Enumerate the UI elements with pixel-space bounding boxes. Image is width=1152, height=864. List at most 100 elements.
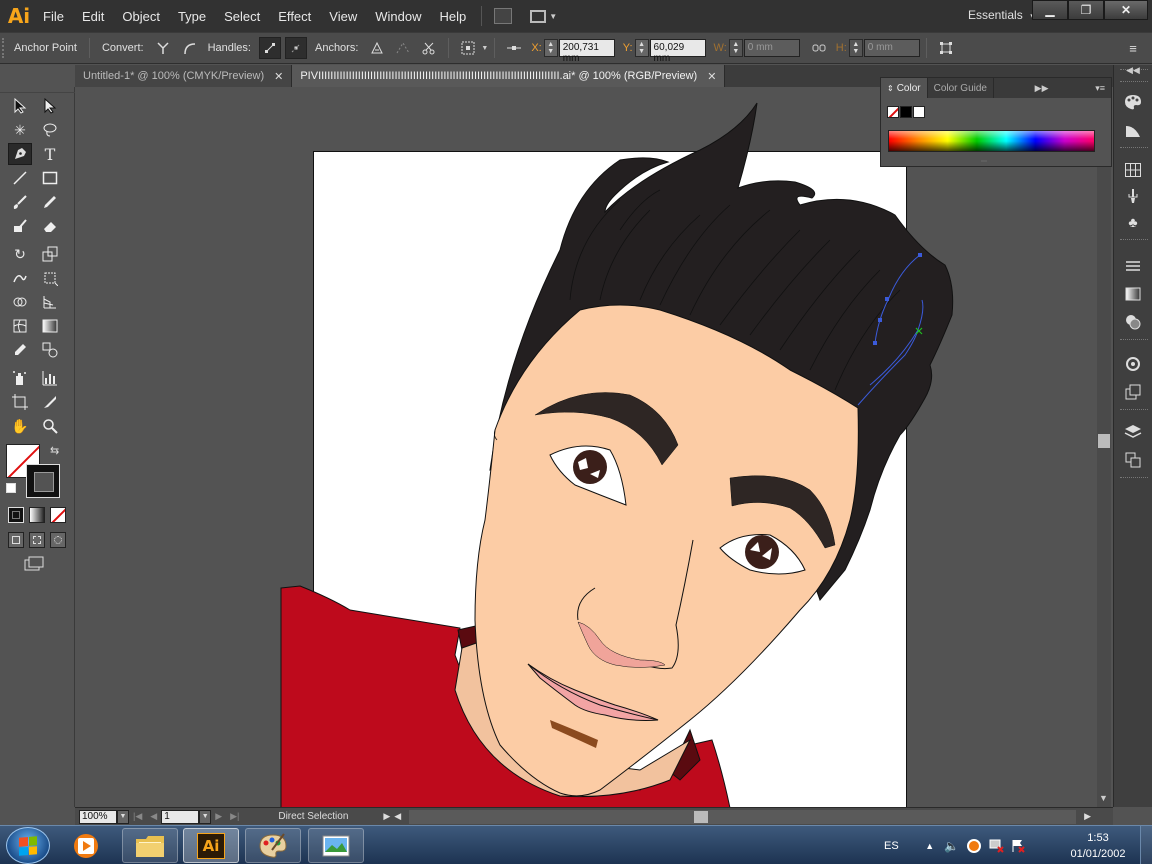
scroll-left-icon[interactable]: ◀	[394, 811, 401, 822]
brushes-icon[interactable]	[1122, 185, 1144, 207]
language-indicator[interactable]: ES	[884, 840, 899, 852]
type-tool-icon[interactable]: T	[38, 143, 62, 165]
chevron-down-icon[interactable]: ▼	[481, 45, 488, 52]
default-fill-stroke-icon[interactable]	[6, 483, 16, 493]
next-artboard-icon[interactable]: ▶	[215, 811, 222, 822]
pen-tool-icon[interactable]	[8, 143, 32, 165]
symbol-sprayer-tool-icon[interactable]	[8, 367, 32, 389]
status-menu-icon[interactable]: ▶	[383, 811, 390, 822]
hide-handles-icon[interactable]	[284, 37, 307, 59]
start-button[interactable]	[6, 827, 50, 864]
artboard-number-field[interactable]: 1	[161, 809, 200, 824]
menu-view[interactable]: View	[320, 0, 366, 32]
hand-tool-icon[interactable]: ✋	[8, 415, 32, 437]
file-explorer-icon[interactable]	[122, 828, 178, 863]
draw-normal-icon[interactable]	[8, 532, 24, 548]
horizontal-scroll-thumb[interactable]	[694, 810, 709, 823]
constrain-proportions-icon[interactable]	[808, 37, 830, 59]
artwork-illustration[interactable]	[75, 87, 1097, 807]
panel-resize-grip[interactable]: ⋯	[981, 158, 987, 165]
convert-to-corner-icon[interactable]	[152, 37, 174, 59]
scale-tool-icon[interactable]	[38, 243, 62, 265]
show-hidden-icons-icon[interactable]: ▲	[921, 837, 939, 855]
collapse-dock-icon[interactable]: ◀◀	[1126, 65, 1140, 76]
menu-type[interactable]: Type	[169, 0, 215, 32]
remove-anchor-icon[interactable]	[366, 37, 388, 59]
gradient-panel-icon[interactable]	[1122, 283, 1144, 305]
chevron-down-icon[interactable]: ▼	[117, 809, 129, 824]
x-stepper[interactable]: ▲ ▼	[543, 39, 558, 57]
artboards-icon[interactable]	[1122, 449, 1144, 471]
w-stepper[interactable]: ▲ ▼	[728, 39, 743, 57]
warp-tool-icon[interactable]	[8, 267, 32, 289]
cut-path-icon[interactable]	[418, 37, 440, 59]
panel-collapse-icon[interactable]: ▶▶	[1035, 83, 1055, 94]
close-icon[interactable]: ✕	[274, 70, 283, 83]
transform-icon[interactable]	[935, 37, 957, 59]
w-field[interactable]: 0 mm	[743, 39, 800, 57]
perspective-grid-tool-icon[interactable]	[38, 291, 62, 313]
swatches-icon[interactable]	[1122, 159, 1144, 181]
symbols-icon[interactable]: ♣	[1122, 211, 1144, 233]
bridge-icon[interactable]	[494, 8, 513, 24]
zoom-tool-icon[interactable]	[38, 415, 62, 437]
magic-wand-tool-icon[interactable]: ✳	[8, 119, 32, 141]
x-field[interactable]: 200,731 mm	[558, 39, 615, 64]
tab-color-guide[interactable]: Color Guide	[928, 78, 994, 98]
slice-tool-icon[interactable]	[38, 391, 62, 413]
media-player-icon[interactable]	[58, 828, 114, 863]
zoom-field[interactable]: 100%	[79, 809, 117, 824]
blend-tool-icon[interactable]	[38, 339, 62, 361]
layers-icon[interactable]	[1122, 421, 1144, 443]
menu-help[interactable]: Help	[430, 0, 475, 32]
control-bar-grip[interactable]	[2, 38, 8, 58]
line-tool-icon[interactable]	[8, 167, 32, 189]
vertical-scroll-thumb[interactable]	[1098, 434, 1110, 448]
chevron-down-icon[interactable]: ▼	[199, 809, 212, 824]
none-mode-icon[interactable]	[50, 507, 66, 523]
lasso-tool-icon[interactable]	[38, 119, 62, 141]
menu-effect[interactable]: Effect	[269, 0, 320, 32]
color-panel-icon[interactable]	[1122, 91, 1144, 113]
arrange-documents-button[interactable]: ▼	[530, 8, 558, 24]
tools-panel-grip[interactable]	[0, 87, 75, 93]
pencil-tool-icon[interactable]	[38, 191, 62, 213]
panel-menu-icon[interactable]: ▾≡	[1095, 83, 1111, 94]
eraser-tool-icon[interactable]	[38, 215, 62, 237]
panel-menu-icon[interactable]: ≡	[1122, 37, 1144, 59]
appearance-icon[interactable]	[1122, 353, 1144, 375]
horizontal-scrollbar[interactable]	[409, 809, 1077, 824]
previous-artboard-icon[interactable]: ◀	[150, 811, 157, 822]
action-center-icon[interactable]	[1009, 837, 1027, 855]
anchor-point[interactable]	[918, 253, 922, 257]
last-artboard-icon[interactable]: ▶|	[230, 811, 239, 822]
connect-anchors-icon[interactable]	[392, 37, 414, 59]
anchor-point[interactable]	[878, 318, 882, 322]
paintbrush-tool-icon[interactable]	[8, 191, 32, 213]
anchor-point[interactable]	[885, 297, 889, 301]
stroke-panel-icon[interactable]	[1122, 255, 1144, 277]
tab-piv-document[interactable]: PIVIIIIIIIIIIIIIIIIIIIIIIIIIIIIIIIIIIIII…	[292, 65, 726, 87]
none-swatch[interactable]	[887, 106, 899, 118]
minimize-icon[interactable]: ▁	[1032, 0, 1068, 20]
eyedropper-tool-icon[interactable]	[8, 339, 32, 361]
align-point-icon[interactable]	[503, 37, 525, 59]
column-graph-tool-icon[interactable]	[38, 367, 62, 389]
scroll-down-icon[interactable]: ▼	[1099, 793, 1108, 803]
tab-color[interactable]: ⇕ Color	[881, 78, 928, 98]
menu-edit[interactable]: Edit	[73, 0, 113, 32]
gradient-mode-icon[interactable]	[29, 507, 45, 523]
black-swatch[interactable]	[900, 106, 912, 118]
isolate-icon[interactable]	[457, 37, 479, 59]
mesh-tool-icon[interactable]	[8, 315, 32, 337]
convert-to-smooth-icon[interactable]	[178, 37, 200, 59]
workspace-switcher[interactable]: Essentials▼	[968, 8, 1037, 22]
blob-brush-tool-icon[interactable]	[8, 215, 32, 237]
restore-icon[interactable]: ❐	[1068, 0, 1104, 20]
white-swatch[interactable]	[913, 106, 925, 118]
color-mode-icon[interactable]	[8, 507, 24, 523]
h-stepper[interactable]: ▲ ▼	[848, 39, 863, 57]
close-icon[interactable]: ✕	[707, 70, 716, 83]
canvas-area[interactable]	[75, 87, 1097, 807]
y-field[interactable]: 60,029 mm	[649, 39, 706, 64]
